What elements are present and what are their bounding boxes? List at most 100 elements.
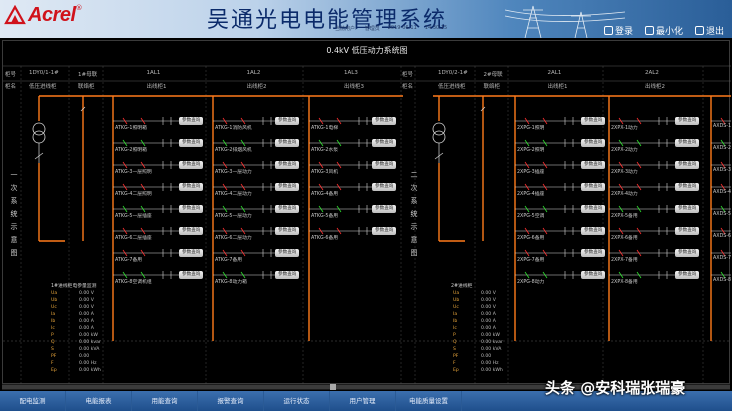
- param-query-button[interactable]: 参数查询: [179, 139, 204, 147]
- cabinet-number: 柜号: [5, 72, 17, 78]
- param-query-button[interactable]: 参数查询: [179, 183, 204, 191]
- feeder-label: 2XPX-5备用: [611, 214, 638, 219]
- param-query-button[interactable]: 参数查询: [179, 117, 204, 125]
- diagram-title: 0.4kV 低压动力系统图: [326, 46, 408, 55]
- date-text: 2019-06-11: [387, 25, 417, 31]
- meter-row: Ia 0.00 A: [453, 312, 496, 317]
- meter-key: Q: [51, 340, 55, 345]
- feeder-label: AXDS-3: [713, 168, 732, 173]
- param-query-button[interactable]: 参数查询: [179, 205, 204, 213]
- left-vertical-label: 一次系统示意图: [10, 171, 18, 257]
- meter-key: Uc: [51, 305, 57, 310]
- meter-value: 0.00 kvar: [481, 340, 503, 345]
- meter-key: Ua: [453, 291, 460, 296]
- nav-power-quality[interactable]: 电能质量设置: [396, 391, 462, 411]
- param-query-button[interactable]: 参数查询: [675, 161, 700, 169]
- meter-key: Uc: [453, 305, 459, 310]
- cabinet-number: 1AL1: [146, 70, 161, 76]
- feeder-label: AXDS-4: [713, 190, 732, 195]
- nav-user-manage[interactable]: 用户管理: [330, 391, 396, 411]
- feeder-label: ATKG-8空调机组: [115, 280, 152, 285]
- feeder-label: AXDS-6: [713, 234, 732, 239]
- cabinet-number: 2#母联: [483, 72, 503, 78]
- meter-key: Ia: [51, 312, 56, 317]
- feeder-label: 2XPX-4动力: [611, 192, 638, 197]
- param-query-button[interactable]: 参数查询: [275, 205, 300, 213]
- meter-row: Ib 0.00 A: [453, 319, 496, 324]
- param-query-button[interactable]: 参数查询: [581, 183, 606, 191]
- feeder-label: ATKG-4二层动力: [215, 192, 252, 197]
- feeder-label: 2XPX-1动力: [611, 126, 638, 131]
- nav-usage-query[interactable]: 用能查询: [132, 391, 198, 411]
- meter-key: PF: [51, 354, 57, 359]
- minimize-icon: [644, 26, 654, 35]
- param-query-button[interactable]: 参数查询: [675, 227, 700, 235]
- param-query-button[interactable]: 参数查询: [372, 205, 397, 213]
- meter-row: S 0.00 kVA: [453, 347, 501, 352]
- param-query-button[interactable]: 参数查询: [581, 139, 606, 147]
- param-query-button[interactable]: 参数查询: [372, 117, 397, 125]
- feeder-label: ATKG-3一层动力: [215, 170, 252, 175]
- param-query-button[interactable]: 参数查询: [372, 227, 397, 235]
- param-query-button[interactable]: 参数查询: [372, 139, 397, 147]
- param-query-button[interactable]: 参数查询: [275, 271, 300, 279]
- param-query-button[interactable]: 参数查询: [675, 205, 700, 213]
- nav-monitoring[interactable]: 配电监测: [0, 391, 66, 411]
- meter-row: Uc 0.00 V: [51, 305, 94, 310]
- param-query-button[interactable]: 参数查询: [275, 139, 300, 147]
- feeder-label: 2XPG-7备用: [517, 258, 545, 263]
- header-buttons: 登录 最小化 退出: [603, 24, 724, 37]
- param-query-button[interactable]: 参数查询: [675, 183, 700, 191]
- feeder-label: 2XPG-1照明: [517, 126, 545, 131]
- meter-value: 0.00 A: [79, 312, 94, 317]
- feeder-label: ATKG-4二层照明: [115, 192, 152, 197]
- param-query-button[interactable]: 参数查询: [275, 117, 300, 125]
- meter-value: 0.00 kW: [481, 333, 500, 338]
- meter-value: 0.00 V: [79, 305, 94, 310]
- cabinet-number: 2AL1: [547, 70, 562, 76]
- param-query-button[interactable]: 参数查询: [675, 139, 700, 147]
- meter-key: Q: [453, 340, 457, 345]
- param-query-button[interactable]: 参数查询: [675, 271, 700, 279]
- feeder-label: ATKG-7备用: [115, 258, 143, 263]
- minimize-button[interactable]: 最小化: [644, 24, 683, 37]
- param-query-button[interactable]: 参数查询: [372, 183, 397, 191]
- param-query-button[interactable]: 参数查询: [179, 271, 204, 279]
- nav-run-status[interactable]: 运行状态: [264, 391, 330, 411]
- cabinet-name: 出线柜1: [547, 84, 568, 90]
- param-query-button[interactable]: 参数查询: [275, 249, 300, 257]
- param-query-button[interactable]: 参数查询: [581, 205, 606, 213]
- feeder-label: ATKG-1照明箱: [115, 126, 147, 131]
- feeder-label: 2XPG-8动力: [517, 280, 545, 285]
- param-query-button[interactable]: 参数查询: [675, 117, 700, 125]
- meter-key: S: [453, 347, 456, 352]
- meter-key: Ep: [51, 368, 57, 373]
- param-query-button[interactable]: 参数查询: [275, 227, 300, 235]
- meter-value: 0.00 V: [481, 291, 496, 296]
- param-query-button[interactable]: 参数查询: [581, 271, 606, 279]
- param-query-button[interactable]: 参数查询: [675, 249, 700, 257]
- param-query-button[interactable]: 参数查询: [179, 161, 204, 169]
- param-query-button[interactable]: 参数查询: [581, 227, 606, 235]
- meter-value: 0.00: [481, 354, 492, 359]
- param-query-button[interactable]: 参数查询: [275, 161, 300, 169]
- param-query-button[interactable]: 参数查询: [581, 117, 606, 125]
- param-query-button[interactable]: 参数查询: [275, 183, 300, 191]
- feeder-label: AXDS-5: [713, 212, 732, 217]
- feeder-label: ATKG-5一层动力: [215, 214, 252, 219]
- nav-energy-report[interactable]: 电能报表: [66, 391, 132, 411]
- cabinet-number: 柜号: [402, 72, 414, 78]
- meter-row: P 0.00 kW: [453, 333, 500, 338]
- feeder-label: ATKG-6二层插座: [115, 236, 152, 241]
- param-query-button[interactable]: 参数查询: [581, 161, 606, 169]
- login-button[interactable]: 登录: [603, 24, 633, 37]
- param-query-button[interactable]: 参数查询: [581, 249, 606, 257]
- feeder-label: ATKG-5备用: [311, 214, 339, 219]
- param-query-button[interactable]: 参数查询: [372, 161, 397, 169]
- scroll-knob[interactable]: [330, 384, 336, 390]
- transformer-icon: [432, 130, 446, 144]
- exit-button[interactable]: 退出: [694, 24, 724, 37]
- nav-alarm-query[interactable]: 报警查询: [198, 391, 264, 411]
- param-query-button[interactable]: 参数查询: [179, 249, 204, 257]
- param-query-button[interactable]: 参数查询: [179, 227, 204, 235]
